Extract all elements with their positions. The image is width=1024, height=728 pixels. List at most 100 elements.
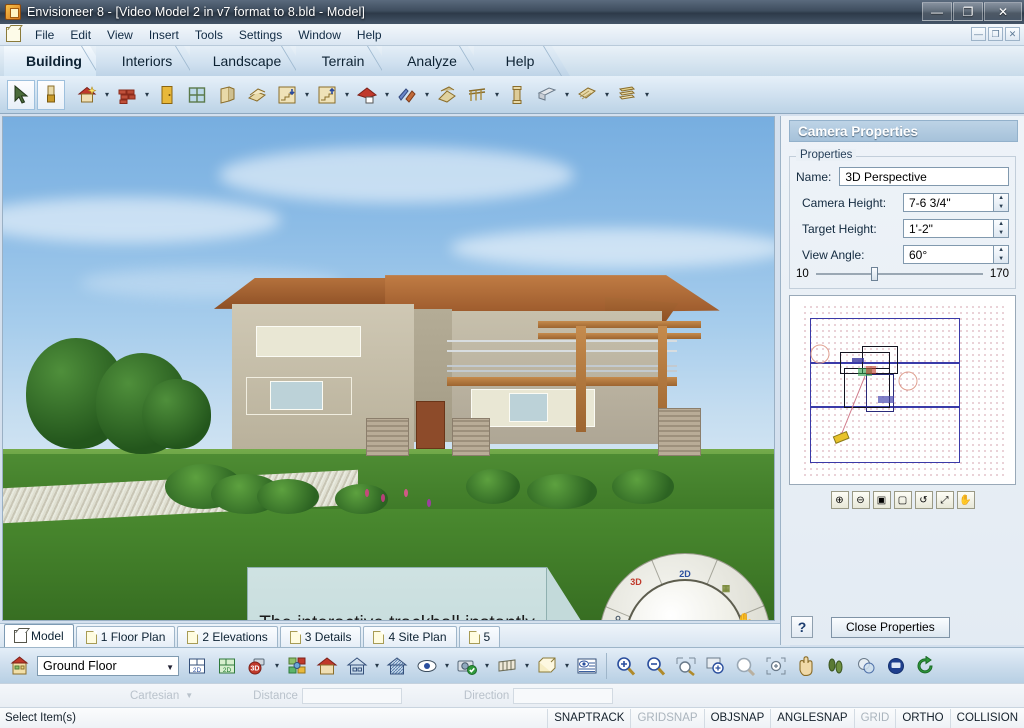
menu-item-window[interactable]: Window (290, 26, 349, 44)
menu-item-edit[interactable]: Edit (62, 26, 99, 44)
menu-item-insert[interactable]: Insert (141, 26, 187, 44)
select-arrow-tool[interactable] (7, 79, 35, 110)
paintbrush-tool[interactable] (37, 79, 65, 110)
minimap-zoom-window-icon[interactable]: ▣ (872, 491, 891, 509)
shrub-object[interactable] (465, 469, 520, 505)
stair-up-tool[interactable] (313, 80, 341, 110)
camera-snapshot-icon[interactable] (453, 651, 481, 681)
chevron-down-icon[interactable]: ▾ (642, 80, 652, 110)
rotate-icon[interactable] (882, 651, 910, 681)
zoom-in-icon[interactable] (612, 651, 640, 681)
model-viewport-3d[interactable]: The interactive trackball instantly zoom… (2, 116, 775, 621)
snap-toggle-ortho[interactable]: ORTHO (895, 708, 949, 728)
shrub-object[interactable] (527, 474, 597, 510)
slider-thumb[interactable] (870, 267, 878, 281)
zoom-extents-icon[interactable] (762, 651, 790, 681)
view-2d-color-icon[interactable]: 2D (213, 651, 241, 681)
house-model[interactable] (203, 268, 720, 509)
minimap-zoom-extents-icon[interactable]: ⤢ (935, 491, 954, 509)
walkthrough-icon[interactable] (822, 651, 850, 681)
document-tab-2-elevations[interactable]: 2 Elevations (177, 626, 278, 647)
minimap-zoom-page-icon[interactable]: ▢ (893, 491, 912, 509)
mdi-restore-button[interactable]: ❐ (988, 27, 1003, 41)
column-tool[interactable] (503, 80, 531, 110)
ribbon-tab-landscape[interactable]: Landscape (190, 46, 308, 76)
pan-hand-icon[interactable]: ✋ (734, 611, 756, 620)
chevron-down-icon[interactable]: ▼ (166, 663, 174, 672)
solid-house-icon[interactable] (313, 651, 341, 681)
close-button[interactable]: ✕ (984, 2, 1022, 21)
chevron-down-icon[interactable]: ▾ (422, 80, 432, 110)
document-tab-model[interactable]: Model (4, 624, 74, 647)
stair-down-tool[interactable] (273, 80, 301, 110)
ribbon-tab-building[interactable]: Building (4, 46, 108, 76)
wireframe-house-icon[interactable] (343, 651, 371, 681)
snap-toggle-snaptrack[interactable]: SNAPTRACK (547, 708, 630, 728)
zoom-window-icon[interactable] (672, 651, 700, 681)
camera-height-stepper[interactable]: ▲ ▼ (994, 193, 1009, 212)
chevron-down-icon[interactable]: ▾ (142, 80, 152, 110)
view-3d-camera-icon[interactable]: 3D (243, 651, 271, 681)
menu-item-view[interactable]: View (99, 26, 141, 44)
door-tool[interactable] (153, 80, 181, 110)
shrub-object[interactable] (612, 469, 674, 505)
help-button[interactable]: ? (791, 616, 813, 638)
zoom-out-icon[interactable] (642, 651, 670, 681)
mdi-close-button[interactable]: ✕ (1005, 27, 1020, 41)
distance-input[interactable] (301, 687, 402, 704)
snap-toggle-objsnap[interactable]: OBJSNAP (703, 708, 771, 728)
layers-tool[interactable] (613, 80, 641, 110)
beam-tool[interactable] (533, 80, 561, 110)
window-tool[interactable] (183, 80, 211, 110)
window-right-glass[interactable] (509, 393, 548, 423)
chevron-down-icon[interactable]: ▾ (562, 651, 572, 681)
target-height-field[interactable]: 1'-2" (902, 219, 995, 238)
building-levels-icon[interactable] (5, 651, 33, 681)
materials-palette-icon[interactable]: ▦ (715, 579, 737, 597)
roof-tool[interactable] (353, 80, 381, 110)
floor-select[interactable]: Ground Floor ▼ (37, 655, 179, 676)
chevron-down-icon[interactable]: ▾ (272, 651, 282, 681)
tree-object[interactable] (141, 378, 212, 449)
chevron-down-icon[interactable]: ▾ (342, 80, 352, 110)
view-angle-slider[interactable]: 10 170 (796, 267, 1009, 281)
chevron-down-icon[interactable]: ▾ (302, 80, 312, 110)
chevron-down-icon[interactable]: ▾ (492, 80, 502, 110)
bounding-box-icon[interactable] (533, 651, 561, 681)
view-3d-icon[interactable]: 3D (625, 573, 647, 591)
navigation-trackball[interactable]: 2D ▦ ✋ ↻ ◍ 👣 ⌕ 3D (599, 553, 771, 620)
railing-tool[interactable] (463, 80, 491, 110)
target-height-stepper[interactable]: ▲ ▼ (994, 219, 1009, 238)
front-door[interactable] (416, 400, 445, 449)
snap-toggle-anglesnap[interactable]: ANGLESNAP (770, 708, 853, 728)
document-tab-5[interactable]: 5 (458, 626, 501, 647)
render-mode-icon[interactable] (283, 651, 311, 681)
zoom-previous-icon[interactable] (732, 651, 760, 681)
minimap-zoom-previous-icon[interactable]: ↺ (914, 491, 933, 509)
view-angle-stepper[interactable]: ▲ ▼ (994, 245, 1009, 264)
view-2d-plan-icon[interactable]: 2D (183, 651, 211, 681)
zoom-window-icon[interactable]: ⌕ (607, 609, 629, 620)
close-properties-button[interactable]: Close Properties (831, 616, 950, 638)
floor-slab-tool[interactable] (243, 80, 271, 110)
ribbon-tab-interiors[interactable]: Interiors (96, 46, 202, 76)
hatch-house-icon[interactable] (383, 651, 411, 681)
perspective-grid-icon[interactable] (493, 651, 521, 681)
minimize-button[interactable]: — (922, 2, 952, 21)
chevron-down-icon[interactable]: ▾ (442, 651, 452, 681)
chevron-down-icon[interactable]: ▾ (562, 80, 572, 110)
menu-item-file[interactable]: File (27, 26, 62, 44)
view-angle-field[interactable]: 60° (902, 245, 995, 264)
orbit-icon[interactable] (852, 651, 880, 681)
chevron-down-icon[interactable]: ▾ (102, 80, 112, 110)
document-tab-1-floor-plan[interactable]: 1 Floor Plan (75, 626, 176, 647)
chevron-down-icon[interactable]: ▾ (522, 651, 532, 681)
chevron-down-icon[interactable]: ▾ (482, 651, 492, 681)
minimap-zoom-in-icon[interactable]: ⊕ (830, 491, 849, 509)
refresh-icon[interactable] (912, 651, 940, 681)
coord-mode-label[interactable]: Cartesian (130, 690, 179, 702)
roof-plane-tool[interactable] (393, 80, 421, 110)
menu-item-tools[interactable]: Tools (187, 26, 231, 44)
mdi-minimize-button[interactable]: — (971, 27, 986, 41)
visibility-eye-icon[interactable] (413, 651, 441, 681)
